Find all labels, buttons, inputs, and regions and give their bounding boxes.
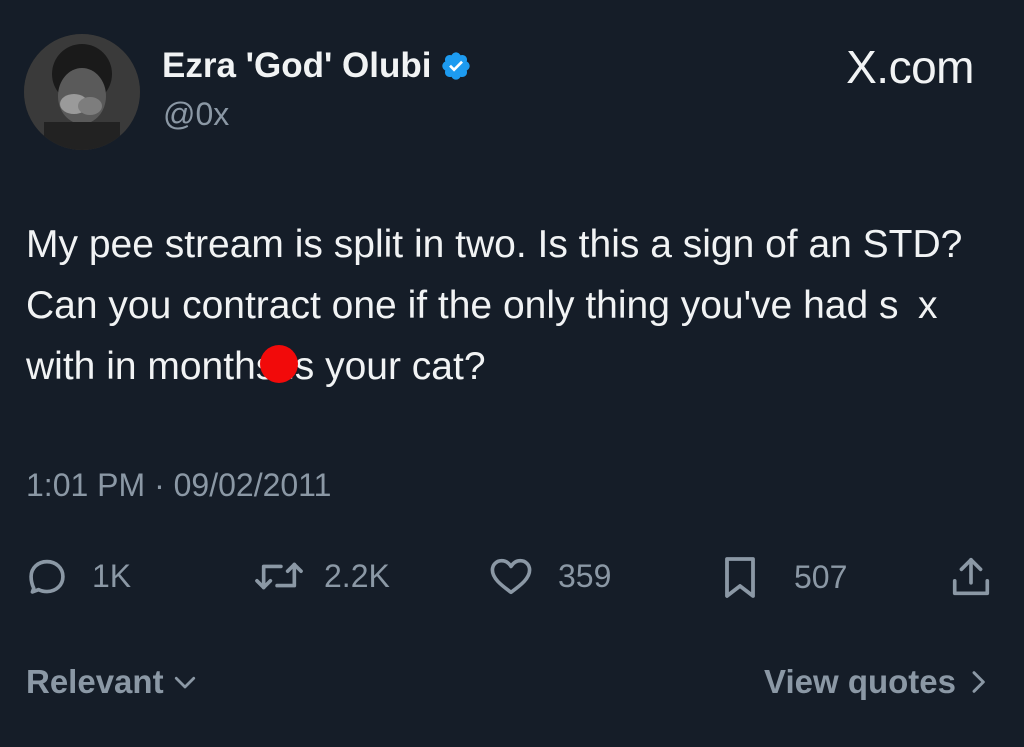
reply-icon — [29, 559, 65, 594]
avatar[interactable] — [24, 34, 140, 150]
brand-watermark: X.com — [846, 41, 974, 93]
reply-count: 1K — [92, 557, 132, 594]
bookmark-count: 507 — [794, 558, 848, 595]
chevron-down-icon — [174, 676, 195, 689]
tweet-timestamp[interactable]: 1:01 PM · 09/02/2011 — [26, 467, 331, 504]
author-handle[interactable]: @0x — [163, 96, 229, 133]
share-icon — [952, 557, 990, 596]
sort-relevant-dropdown[interactable]: Relevant — [26, 663, 200, 701]
like-icon — [490, 558, 532, 595]
repost-button[interactable]: 2.2K — [252, 553, 390, 599]
like-count: 359 — [558, 557, 612, 594]
view-quotes-label: View quotes — [764, 663, 956, 700]
repost-icon — [255, 562, 303, 590]
view-quotes-link[interactable]: View quotes — [764, 663, 990, 701]
tweet-text: My pee stream is split in two. Is this a… — [26, 223, 963, 388]
author-display-name[interactable]: Ezra 'God' Olubi — [162, 46, 472, 86]
verified-badge-icon — [440, 50, 472, 82]
chevron-right-icon — [972, 671, 985, 693]
bookmark-button[interactable]: 507 — [720, 553, 847, 601]
author-name-text: Ezra 'God' Olubi — [162, 46, 432, 85]
repost-count: 2.2K — [324, 557, 390, 594]
bookmark-icon — [725, 557, 755, 598]
reply-button[interactable]: 1K — [24, 553, 131, 599]
sort-label: Relevant — [26, 663, 164, 700]
redaction-dot — [260, 345, 298, 383]
like-button[interactable]: 359 — [486, 553, 611, 599]
share-button[interactable] — [948, 553, 994, 606]
